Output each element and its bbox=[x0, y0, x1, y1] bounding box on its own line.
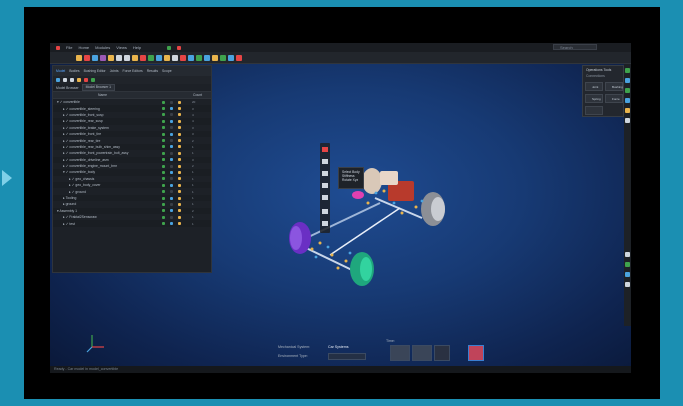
palette-red-icon[interactable] bbox=[322, 147, 328, 152]
gearbox bbox=[380, 171, 398, 185]
palette-view-icon[interactable] bbox=[322, 209, 328, 214]
palette-fit-icon[interactable] bbox=[322, 221, 328, 226]
palette-scale-icon[interactable] bbox=[322, 183, 328, 188]
play-arrow-icon[interactable] bbox=[2, 170, 12, 186]
mechanism-label: Mechanical System: bbox=[278, 345, 311, 349]
right-tool-7-icon[interactable] bbox=[625, 252, 630, 257]
driveshaft bbox=[329, 207, 401, 256]
rear-right-hub bbox=[360, 257, 372, 281]
render-cube-icon[interactable] bbox=[468, 345, 484, 361]
spring-tool-button[interactable]: Spring bbox=[585, 94, 603, 103]
right-tool-5-icon[interactable] bbox=[625, 108, 630, 113]
mount-marker bbox=[352, 191, 364, 199]
environment-label: Environment Type: bbox=[278, 354, 308, 358]
rear-left-hub bbox=[290, 226, 302, 250]
context-menu: Select Body Stiffness Rotate Xyz bbox=[338, 167, 364, 189]
right-tool-6-icon[interactable] bbox=[625, 118, 630, 123]
frame-rail bbox=[299, 202, 381, 242]
time-label: Time: bbox=[386, 339, 395, 343]
palette-snap-icon[interactable] bbox=[322, 195, 328, 200]
operations-title: Operations Tools bbox=[586, 68, 612, 72]
front-right-hub bbox=[431, 197, 445, 221]
bushing-markers bbox=[314, 191, 424, 259]
operations-panel: Operations Tools Connections Joint Bushi… bbox=[582, 65, 624, 117]
joint-tool-button[interactable]: Joint bbox=[585, 82, 603, 91]
play-button[interactable] bbox=[390, 345, 410, 361]
bushing-tool-button[interactable]: Bushing bbox=[605, 82, 623, 91]
force-tool-button[interactable]: Force bbox=[605, 94, 623, 103]
monitor-frame: File Home Modules Views Help Search Mode… bbox=[24, 7, 660, 399]
stop-button[interactable] bbox=[434, 345, 450, 361]
viewport-3d[interactable] bbox=[50, 43, 631, 373]
right-tool-10-icon[interactable] bbox=[625, 282, 630, 287]
right-tool-2-icon[interactable] bbox=[625, 78, 630, 83]
simulation-controls: Mechanical System: Car Systems Environme… bbox=[278, 339, 498, 365]
palette-move-icon[interactable] bbox=[322, 159, 328, 164]
application-window: File Home Modules Views Help Search Mode… bbox=[50, 43, 631, 373]
context-item-rotate[interactable]: Rotate Xyz bbox=[342, 178, 360, 182]
rear-axle bbox=[301, 245, 355, 272]
palette-rotate-icon[interactable] bbox=[322, 171, 328, 176]
right-tool-4-icon[interactable] bbox=[625, 98, 630, 103]
motion-tool-button[interactable] bbox=[585, 106, 603, 115]
mechanism-value[interactable]: Car Systems bbox=[328, 345, 349, 349]
operations-subtitle: Connections bbox=[586, 74, 605, 78]
front-left-wheel bbox=[362, 168, 382, 194]
status-bar: Ready - Car model in model_convertible bbox=[50, 366, 631, 373]
environment-input[interactable] bbox=[328, 353, 366, 360]
right-tool-1-icon[interactable] bbox=[625, 68, 630, 73]
right-tool-9-icon[interactable] bbox=[625, 272, 630, 277]
right-tool-3-icon[interactable] bbox=[625, 88, 630, 93]
right-tool-8-icon[interactable] bbox=[625, 262, 630, 267]
axis-gizmo bbox=[86, 335, 104, 353]
pause-button[interactable] bbox=[412, 345, 432, 361]
right-toolbar bbox=[624, 64, 631, 326]
